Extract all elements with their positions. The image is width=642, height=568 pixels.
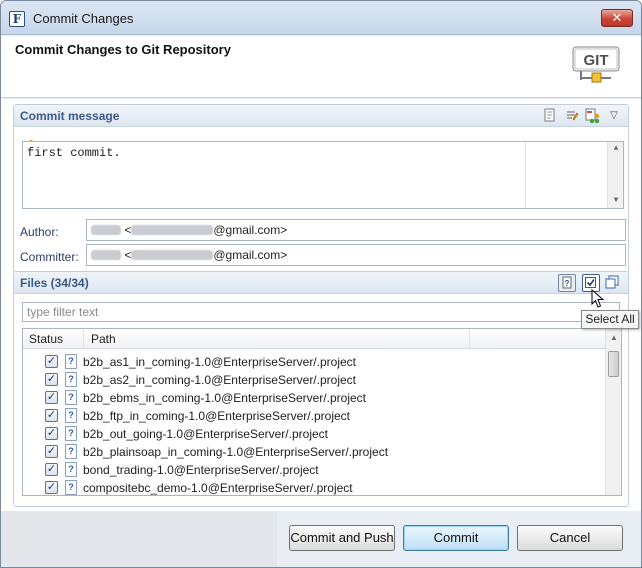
file-path: b2b_as2_in_coming-1.0@EnterpriseServer/.… — [83, 373, 356, 387]
file-row[interactable]: ✓ ? bond_trading-1.0@EnterpriseServer/.p… — [23, 461, 605, 479]
committer-lt: < — [124, 248, 132, 262]
git-logo-icon: GIT — [572, 46, 620, 83]
committer-label: Committer: — [20, 250, 79, 264]
author-email-suffix: @gmail.com> — [213, 223, 288, 237]
show-untracked-icon[interactable]: ? — [558, 274, 576, 292]
file-path: bond_trading-1.0@EnterpriseServer/.proje… — [83, 463, 319, 477]
window-title: Commit Changes — [33, 11, 134, 26]
checkbox-icon[interactable]: ✓ — [45, 463, 58, 476]
menu-chevron-icon[interactable]: ▽ — [606, 108, 622, 124]
file-row[interactable]: ✓ ? b2b_as1_in_coming-1.0@EnterpriseServ… — [23, 353, 605, 371]
file-filter-input[interactable]: type filter text — [22, 302, 620, 322]
file-row[interactable]: ✓ ? b2b_out_going-1.0@EnterpriseServer/.… — [23, 425, 605, 443]
button-bar: Commit and Push Commit Cancel — [1, 511, 641, 567]
scroll-down-icon[interactable]: ▼ — [608, 194, 624, 208]
scroll-up-icon[interactable]: ▲ — [606, 331, 621, 345]
author-label: Author: — [20, 225, 59, 239]
column-separator[interactable] — [469, 329, 470, 349]
checkbox-icon[interactable]: ✓ — [45, 409, 58, 422]
file-path: b2b_out_going-1.0@EnterpriseServer/.proj… — [83, 427, 328, 441]
file-icon: ? — [65, 480, 77, 495]
checkbox-icon[interactable]: ✓ — [45, 355, 58, 368]
file-icon: ? — [65, 372, 77, 387]
files-title: Files (34/34) — [20, 276, 89, 290]
files-scrollbar[interactable]: ▲ — [605, 329, 621, 495]
commit-and-push-button[interactable]: Commit and Push — [289, 525, 395, 551]
file-path: b2b_plainsoap_in_coming-1.0@EnterpriseSe… — [83, 445, 389, 459]
button-bar-left — [1, 511, 277, 567]
checkbox-icon[interactable]: ✓ — [45, 427, 58, 440]
commit-message-scrollbar[interactable]: ▲ ▼ — [607, 142, 623, 208]
mouse-cursor-icon — [591, 289, 605, 308]
column-status[interactable]: Status — [29, 332, 63, 346]
app-icon: F — [9, 11, 25, 27]
file-icon: ? — [65, 462, 77, 477]
scroll-thumb[interactable] — [608, 351, 619, 377]
committer-email-redacted — [131, 250, 214, 260]
committer-field[interactable]: < @gmail.com> — [86, 244, 626, 266]
committer-name-redacted — [91, 250, 121, 260]
file-row[interactable]: ✓ ? compositebc_demo-1.0@EnterpriseServe… — [23, 479, 605, 495]
amend-icon[interactable] — [584, 108, 600, 124]
file-row[interactable]: ✓ ? b2b_as2_in_coming-1.0@EnterpriseServ… — [23, 371, 605, 389]
commit-message-section: Commit message ▽ first commit. ▲ ▼ Autho… — [13, 104, 629, 294]
file-row[interactable]: ✓ ? b2b_plainsoap_in_coming-1.0@Enterpri… — [23, 443, 605, 461]
file-icon: ? — [65, 390, 77, 405]
author-name-redacted — [91, 225, 121, 235]
file-icon: ? — [65, 354, 77, 369]
file-path: b2b_as1_in_coming-1.0@EnterpriseServer/.… — [83, 355, 356, 369]
file-icon: ? — [65, 444, 77, 459]
commit-message-title: Commit message — [20, 109, 120, 123]
files-table: Status Path ✓ ? b2b_as1_in_coming-1.0@En… — [22, 328, 622, 496]
checkbox-icon[interactable]: ✓ — [45, 481, 58, 494]
checkbox-icon[interactable]: ✓ — [45, 373, 58, 386]
file-path: b2b_ebms_in_coming-1.0@EnterpriseServer/… — [83, 391, 366, 405]
deselect-all-icon[interactable] — [604, 275, 620, 291]
svg-text:?: ? — [565, 279, 570, 288]
margin-separator — [525, 142, 526, 208]
author-lt: < — [124, 223, 132, 237]
select-all-tooltip: Select All — [581, 310, 639, 329]
commit-message-input[interactable]: first commit. ▲ ▼ — [22, 141, 624, 209]
dialog-header: Commit Changes to Git Repository GIT — [1, 36, 641, 98]
file-row[interactable]: ✓ ? b2b_ftp_in_coming-1.0@EnterpriseServ… — [23, 407, 605, 425]
files-section: Files (34/34) ? type filter text Status … — [13, 271, 629, 507]
commit-button[interactable]: Commit — [403, 525, 509, 551]
checkbox-icon[interactable]: ✓ — [45, 391, 58, 404]
file-path: b2b_ftp_in_coming-1.0@EnterpriseServer/.… — [83, 409, 350, 423]
commit-message-header: Commit message ▽ — [14, 105, 628, 127]
scroll-up-icon[interactable]: ▲ — [608, 142, 624, 156]
dialog-body: Commit message ▽ first commit. ▲ ▼ Autho… — [1, 99, 641, 511]
column-separator[interactable] — [83, 329, 84, 349]
author-field[interactable]: < @gmail.com> — [86, 219, 626, 241]
spellcheck-icon[interactable] — [542, 108, 558, 124]
files-header: Files (34/34) ? — [14, 272, 628, 294]
file-row[interactable]: ✓ ? b2b_ebms_in_coming-1.0@EnterpriseSer… — [23, 389, 605, 407]
file-path: compositebc_demo-1.0@EnterpriseServer/.p… — [83, 481, 353, 495]
git-logo-text: GIT — [584, 52, 609, 69]
page-title: Commit Changes to Git Repository — [15, 42, 231, 57]
committer-email-suffix: @gmail.com> — [213, 248, 288, 262]
file-icon: ? — [65, 408, 77, 423]
checkbox-icon[interactable]: ✓ — [45, 445, 58, 458]
file-icon: ? — [65, 426, 77, 441]
commit-message-text: first commit. — [27, 146, 121, 160]
title-bar[interactable]: F Commit Changes ✕ — [1, 1, 641, 35]
commit-changes-dialog: F Commit Changes ✕ Commit Changes to Git… — [0, 0, 642, 568]
author-email-redacted — [131, 225, 214, 235]
close-icon[interactable]: ✕ — [601, 9, 633, 27]
cancel-button[interactable]: Cancel — [517, 525, 623, 551]
column-path[interactable]: Path — [91, 332, 116, 346]
files-table-header: Status Path — [23, 329, 605, 349]
sign-off-icon[interactable] — [564, 108, 580, 124]
